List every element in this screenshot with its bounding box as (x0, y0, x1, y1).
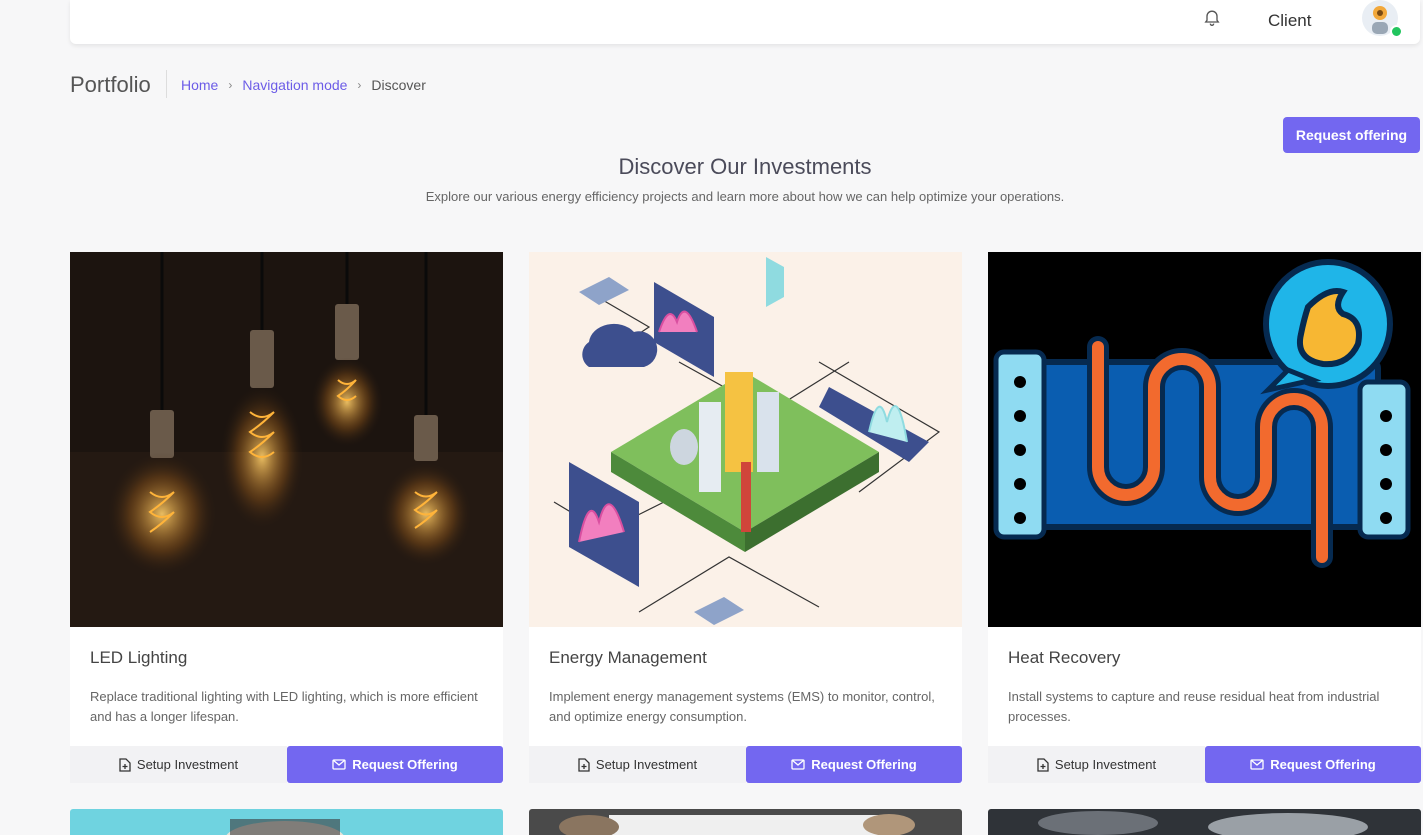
led-lighting-image (70, 252, 503, 627)
section-subtitle: Explore our various energy efficiency pr… (425, 189, 1065, 204)
mail-icon (332, 759, 346, 770)
page-title: Portfolio (70, 72, 151, 97)
mail-icon (791, 759, 805, 770)
request-offering-card-button[interactable]: Request Offering (1205, 746, 1421, 783)
request-offering-label: Request Offering (352, 757, 458, 772)
breadcrumb: Home › Navigation mode › Discover (181, 77, 426, 93)
setup-investment-button[interactable]: Setup Investment (529, 746, 746, 783)
file-plus-icon (578, 757, 590, 772)
chevron-right-icon: › (228, 78, 233, 92)
investment-card-image-partial (988, 809, 1421, 835)
request-offering-label: Request Offering (1270, 757, 1376, 772)
request-offering-card-button[interactable]: Request Offering (746, 746, 962, 783)
energy-management-image (529, 252, 962, 627)
request-offering-label: Request Offering (811, 757, 917, 772)
top-navbar: Client (70, 0, 1420, 44)
bell-icon[interactable] (1202, 7, 1222, 27)
investment-card-led-lighting: LED Lighting Replace traditional lightin… (70, 252, 503, 783)
investment-card-image-partial (529, 809, 962, 835)
card-title: Energy Management (549, 648, 707, 667)
title-divider (166, 70, 167, 98)
breadcrumb-current: Discover (371, 77, 426, 93)
setup-investment-label: Setup Investment (1054, 757, 1157, 772)
card-description: Install systems to capture and reuse res… (1008, 689, 1380, 724)
card-description: Replace traditional lighting with LED li… (90, 689, 478, 724)
setup-investment-label: Setup Investment (595, 757, 698, 772)
heat-recovery-image (988, 252, 1421, 627)
breadcrumb-home[interactable]: Home (181, 77, 218, 93)
investment-card-energy-management: Energy Management Implement energy manag… (529, 252, 962, 783)
file-plus-icon (119, 757, 131, 772)
file-plus-icon (1037, 757, 1049, 772)
setup-investment-button[interactable]: Setup Investment (988, 746, 1205, 783)
setup-investment-label: Setup Investment (136, 757, 239, 772)
card-title: LED Lighting (90, 648, 188, 667)
section-title: Discover Our Investments (618, 154, 872, 179)
chevron-right-icon: › (357, 78, 362, 92)
request-offering-card-button[interactable]: Request Offering (287, 746, 503, 783)
setup-investment-button[interactable]: Setup Investment (70, 746, 287, 783)
breadcrumb-navigation-mode[interactable]: Navigation mode (242, 77, 347, 93)
request-offering-button[interactable]: Request offering (1283, 117, 1420, 153)
card-description: Implement energy management systems (EMS… (549, 689, 935, 724)
mail-icon (1250, 759, 1264, 770)
online-status-dot (1390, 25, 1403, 38)
investment-card-heat-recovery: Heat Recovery Install systems to capture… (988, 252, 1421, 783)
card-title: Heat Recovery (1008, 648, 1121, 667)
user-role-label[interactable]: Client (1268, 11, 1311, 31)
investment-card-image-partial (70, 809, 503, 835)
